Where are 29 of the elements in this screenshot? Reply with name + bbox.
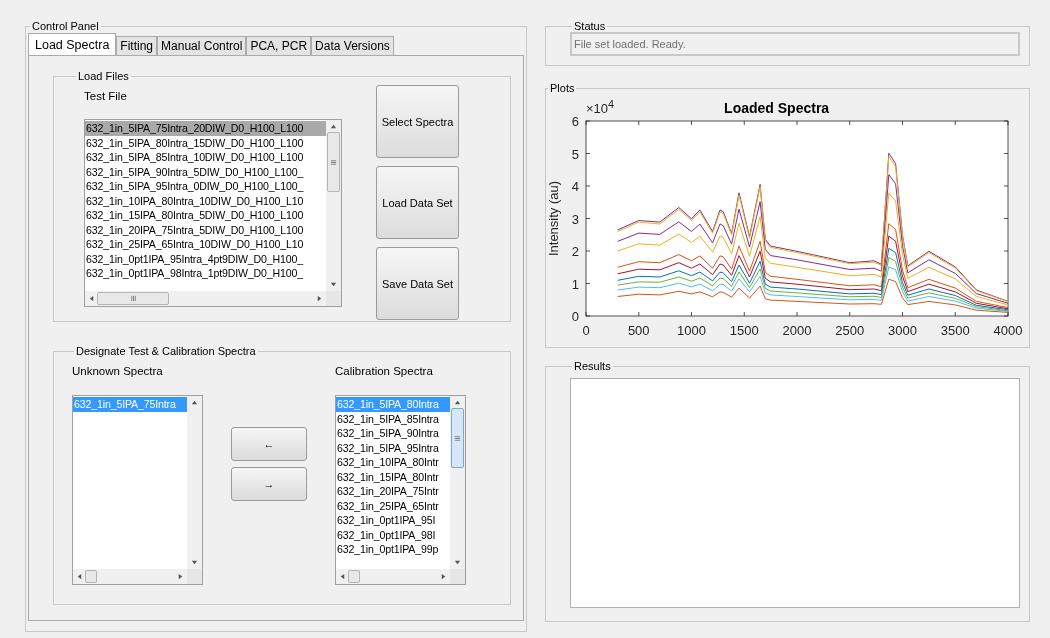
group-title: Control Panel xyxy=(31,20,100,32)
status-message: File set loaded. Ready. xyxy=(570,32,1020,56)
group-title: Designate Test & Calibration Spectra xyxy=(75,345,257,357)
tick-label: 1500 xyxy=(729,323,759,338)
group-title: Load Files xyxy=(77,70,130,82)
list-label: Calibration Spectra xyxy=(335,365,434,377)
chart-title: Loaded Spectra xyxy=(724,100,830,116)
tick-label: 500 xyxy=(627,323,650,338)
group-title: Status xyxy=(573,20,607,32)
tick-label: 2500 xyxy=(835,323,865,338)
tick-label: 5 xyxy=(571,146,579,162)
tick-label: 3000 xyxy=(888,323,917,338)
tick-label: 4000 xyxy=(993,323,1023,338)
list-label: Test File xyxy=(84,90,128,102)
axis-exponent: ×10$^{4}$ xyxy=(586,97,615,116)
tick-label: 2 xyxy=(571,244,579,259)
list-label: Unknown Spectra xyxy=(72,365,164,377)
group-title: Plots xyxy=(549,82,576,94)
tick-label: 3 xyxy=(571,211,579,227)
tick-label: 3500 xyxy=(940,323,970,338)
y-axis-label: Intensity (au) xyxy=(546,180,561,257)
tick-label: 0 xyxy=(582,323,590,338)
tick-label: 1000 xyxy=(677,323,706,338)
tick-label: 2000 xyxy=(782,323,812,338)
group-title: Results xyxy=(573,360,612,372)
tick-label: 4 xyxy=(571,179,579,194)
tick-label: 1 xyxy=(571,276,579,292)
tick-label: 6 xyxy=(571,116,579,129)
tick-label: 0 xyxy=(571,309,579,324)
